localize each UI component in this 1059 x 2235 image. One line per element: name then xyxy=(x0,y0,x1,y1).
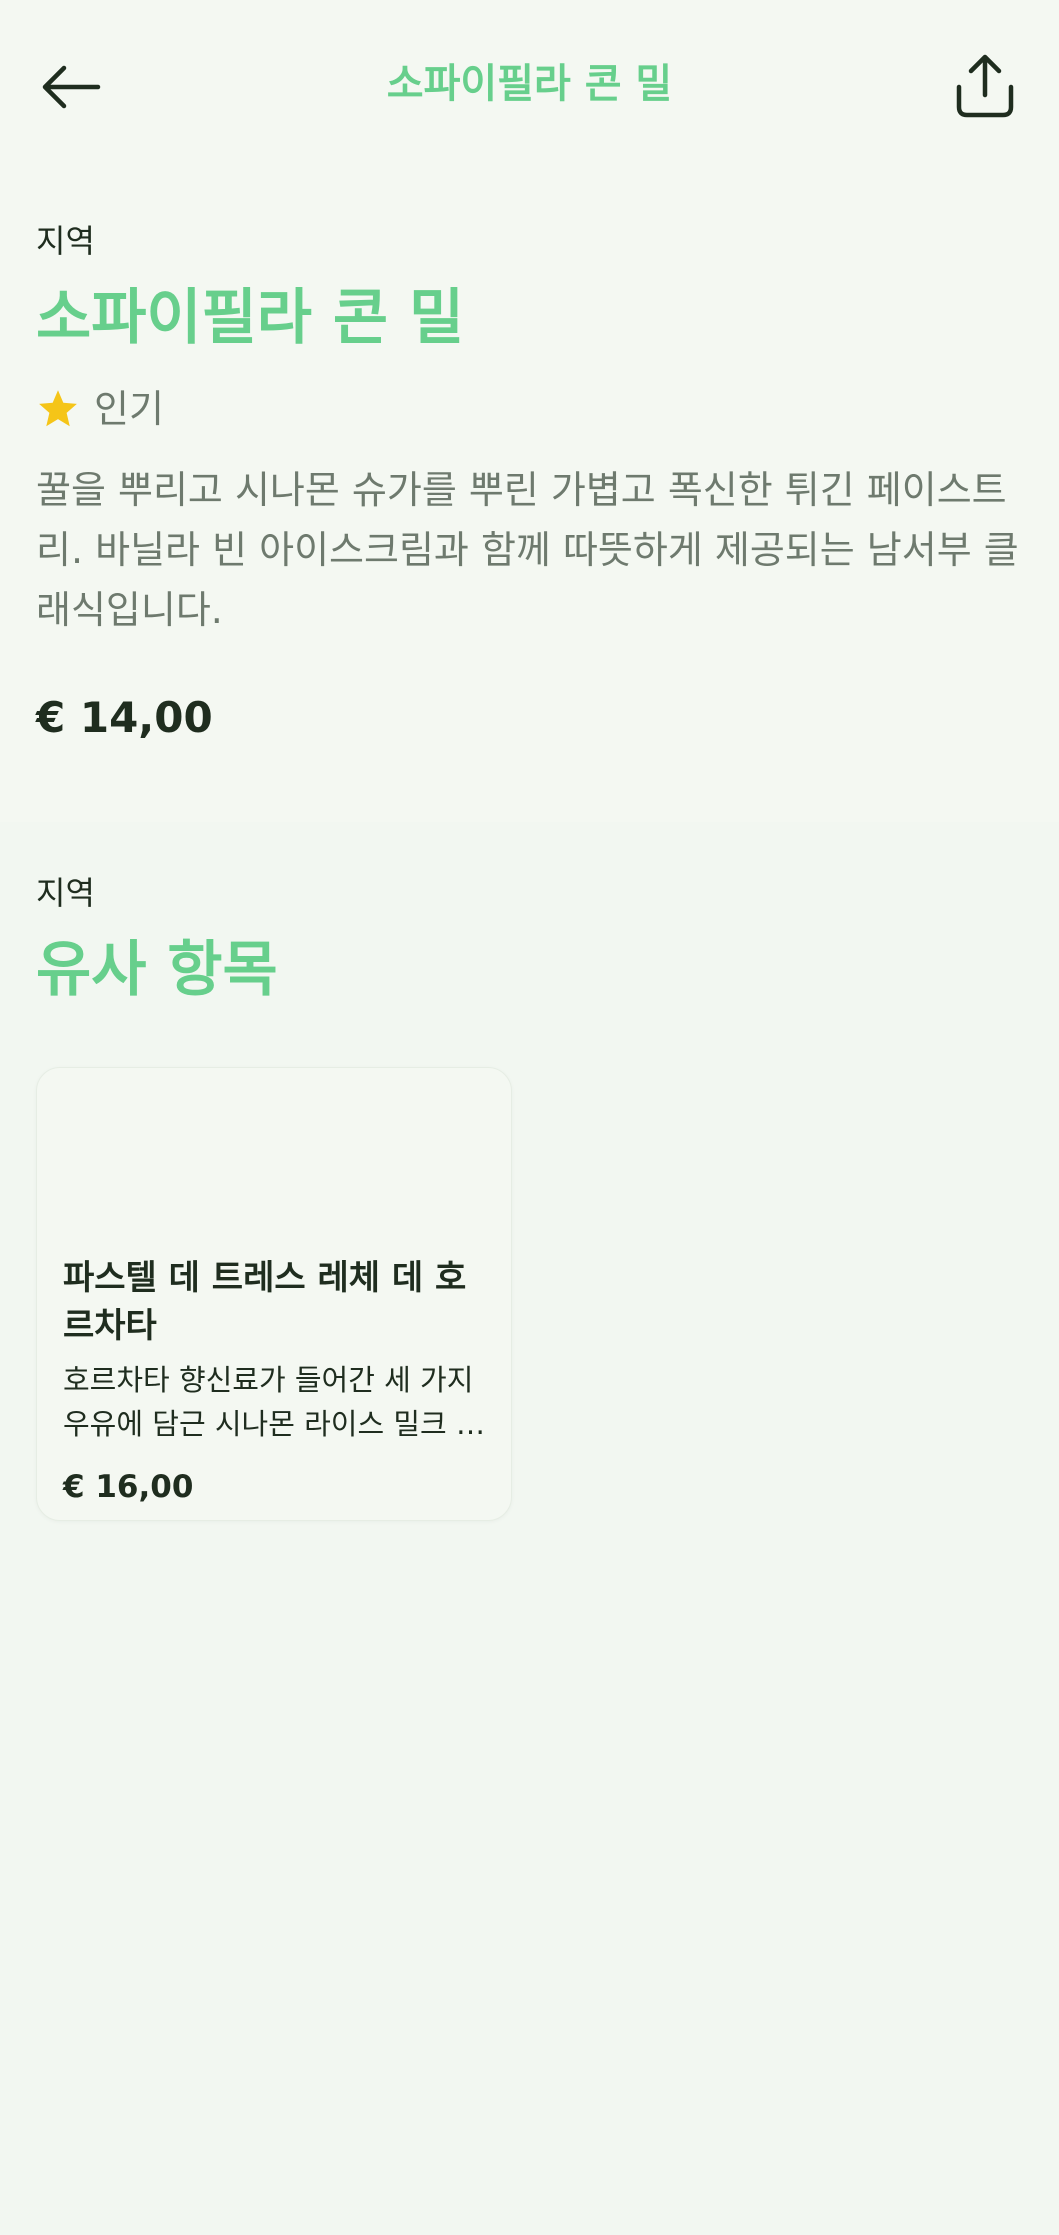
top-bar: 소파이필라 콘 밀 xyxy=(0,0,1059,170)
share-button[interactable] xyxy=(950,48,1020,124)
item-description: 꿀을 뿌리고 시나몬 슈가를 뿌린 가볍고 폭신한 튀긴 페이스트리. 바닐라 … xyxy=(36,468,1019,632)
similar-item-name: 파스텔 데 트레스 레체 데 호르차타 xyxy=(63,1258,467,1346)
page-title: 소파이필라 콘 밀 xyxy=(386,61,673,107)
back-button[interactable] xyxy=(36,52,106,122)
similar-item-price: € 16,00 xyxy=(63,1469,194,1505)
similar-item-card[interactable]: 파스텔 데 트레스 레체 데 호르차타 호르차타 향신료가 들어간 세 가지 우… xyxy=(36,1067,512,1521)
similar-category: 지역 xyxy=(36,874,95,912)
similar-items-section: 지역 유사 항목 파스텔 데 트레스 레체 데 호르차타 호르차타 향신료가 들… xyxy=(0,822,1059,2235)
similar-item-description: 호르차타 향신료가 들어간 세 가지 우유에 담근 시나몬 라이스 밀크 케이크 xyxy=(63,1363,483,1441)
popular-label: 인기 xyxy=(94,387,164,431)
similar-heading: 유사 항목 xyxy=(36,935,278,1005)
share-icon xyxy=(956,54,1014,118)
item-detail-section: 지역 소파이필라 콘 밀 인기 꿀을 뿌리고 시나몬 슈가를 뿌린 가볍고 폭신… xyxy=(0,170,1059,822)
item-category: 지역 xyxy=(36,222,95,260)
popular-badge: 인기 xyxy=(36,384,164,434)
arrow-left-icon xyxy=(42,65,101,109)
star-icon xyxy=(39,390,77,427)
item-name: 소파이필라 콘 밀 xyxy=(36,283,465,353)
item-price: € 14,00 xyxy=(36,693,213,742)
